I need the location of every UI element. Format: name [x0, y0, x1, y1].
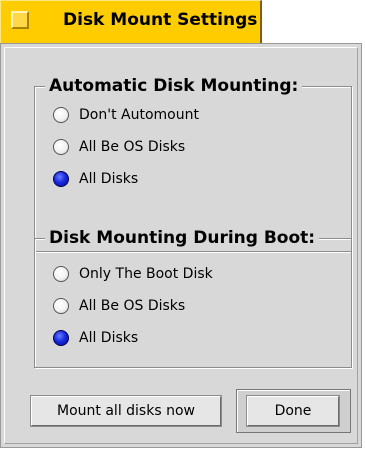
window-title: Disk Mount Settings — [63, 10, 258, 30]
boot-mounting-heading: Disk Mounting During Boot: — [45, 227, 320, 249]
radio-boot-all-disks[interactable]: All Disks — [53, 328, 138, 348]
radio-selected-icon[interactable] — [53, 330, 69, 346]
radio-label: All Be OS Disks — [79, 139, 186, 155]
automatic-mounting-heading: Automatic Disk Mounting: — [45, 75, 303, 97]
radio-boot-all-beos-disks[interactable]: All Be OS Disks — [53, 296, 185, 316]
radio-selected-icon[interactable] — [53, 171, 69, 187]
mount-all-disks-button[interactable]: Mount all disks now — [31, 396, 221, 426]
radio-label: Don't Automount — [79, 107, 199, 123]
radio-only-boot-disk[interactable]: Only The Boot Disk — [53, 264, 213, 284]
radio-label: Only The Boot Disk — [79, 266, 213, 282]
radio-icon[interactable] — [53, 266, 69, 282]
done-button[interactable]: Done — [247, 396, 339, 426]
radio-label: All Disks — [79, 330, 139, 346]
radio-label: All Disks — [79, 171, 139, 187]
window-body: Automatic Disk Mounting: Don't Automount… — [0, 43, 365, 451]
radio-icon[interactable] — [53, 107, 69, 123]
radio-auto-all-disks[interactable]: All Disks — [53, 169, 138, 189]
window-title-tab[interactable]: Disk Mount Settings — [0, 0, 262, 43]
radio-label: All Be OS Disks — [79, 298, 186, 314]
radio-auto-all-beos-disks[interactable]: All Be OS Disks — [53, 137, 185, 157]
zoom-box-icon[interactable] — [11, 11, 29, 29]
radio-icon[interactable] — [53, 298, 69, 314]
radio-dont-automount[interactable]: Don't Automount — [53, 105, 199, 125]
window-frame: Automatic Disk Mounting: Don't Automount… — [0, 43, 362, 448]
boot-mounting-group: Disk Mounting During Boot: Only The Boot… — [34, 227, 352, 368]
radio-icon[interactable] — [53, 139, 69, 155]
